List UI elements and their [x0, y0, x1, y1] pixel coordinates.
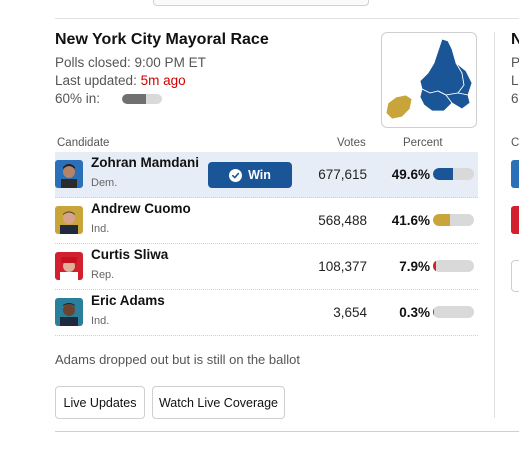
- next-card-meta: P: [511, 55, 519, 70]
- column-header-candidate: Candidate: [57, 137, 110, 149]
- check-icon: [229, 168, 243, 182]
- next-card-meta: 6: [511, 91, 519, 106]
- next-card-avatar: [511, 206, 519, 234]
- race-title: New York City Mayoral Race: [55, 31, 269, 48]
- win-badge[interactable]: Win: [208, 162, 292, 188]
- candidate-votes: 677,615: [318, 167, 367, 182]
- candidate-avatar: [55, 298, 83, 326]
- last-updated-label: Last updated:: [55, 73, 137, 88]
- column-divider: [494, 32, 495, 418]
- candidate-percent-fill: [433, 214, 451, 226]
- percent-in-bar: [122, 94, 162, 104]
- next-card-button[interactable]: [511, 260, 519, 292]
- previous-card-edge: [153, 0, 369, 6]
- candidate-votes: 568,488: [318, 213, 367, 228]
- candidate-percent: 41.6%: [391, 213, 430, 228]
- percent-in-label: 60% in:: [55, 91, 101, 106]
- candidate-percent: 7.9%: [399, 259, 430, 274]
- polls-closed: Polls closed: 9:00 PM ET: [55, 55, 206, 70]
- divider: [55, 431, 519, 432]
- candidate-percent-bar: [433, 260, 474, 272]
- candidate-percent-fill: [433, 168, 454, 180]
- next-card-title: N: [511, 31, 519, 48]
- ballot-note: Adams dropped out but is still on the ba…: [55, 352, 300, 367]
- candidate-row[interactable]: Curtis Sliwa Rep. 108,377 7.9%: [55, 244, 478, 290]
- column-header-percent: Percent: [403, 137, 443, 149]
- watch-live-coverage-button[interactable]: Watch Live Coverage: [152, 386, 285, 419]
- candidate-votes: 108,377: [318, 259, 367, 274]
- last-updated-value: 5m ago: [140, 73, 186, 88]
- candidate-votes: 3,654: [333, 305, 367, 320]
- candidate-row[interactable]: Zohran Mamdani Dem. Win 677,615 49.6%: [55, 152, 478, 198]
- candidate-party: Dem.: [91, 177, 118, 189]
- candidate-row[interactable]: Andrew Cuomo Ind. 568,488 41.6%: [55, 198, 478, 244]
- candidate-party: Rep.: [91, 269, 115, 281]
- next-card-meta: L: [511, 73, 519, 88]
- nyc-borough-map-icon[interactable]: [381, 32, 477, 128]
- candidate-name: Zohran Mamdani: [91, 155, 200, 170]
- divider: [55, 18, 519, 19]
- percent-in-fill: [122, 94, 146, 104]
- next-card-avatar: [511, 160, 519, 188]
- last-updated: Last updated: 5m ago: [55, 73, 186, 88]
- candidate-name: Andrew Cuomo: [91, 201, 191, 216]
- candidate-percent-bar: [433, 168, 474, 180]
- candidate-avatar: [55, 206, 83, 234]
- candidate-name: Eric Adams: [91, 293, 165, 308]
- candidate-party: Ind.: [91, 315, 110, 327]
- candidate-percent: 49.6%: [391, 167, 430, 182]
- candidate-name: Curtis Sliwa: [91, 247, 169, 262]
- candidate-avatar: [55, 160, 83, 188]
- candidate-avatar: [55, 252, 83, 280]
- candidate-percent-bar: [433, 306, 474, 318]
- live-updates-button[interactable]: Live Updates: [55, 386, 145, 419]
- candidate-percent: 0.3%: [399, 305, 430, 320]
- column-header-votes: Votes: [337, 137, 366, 149]
- candidate-party: Ind.: [91, 223, 110, 235]
- next-card-header: C: [511, 137, 519, 149]
- candidate-percent-bar: [433, 214, 474, 226]
- candidate-percent-fill: [433, 260, 437, 272]
- win-label: Win: [248, 168, 271, 182]
- candidate-row[interactable]: Eric Adams Ind. 3,654 0.3%: [55, 290, 478, 336]
